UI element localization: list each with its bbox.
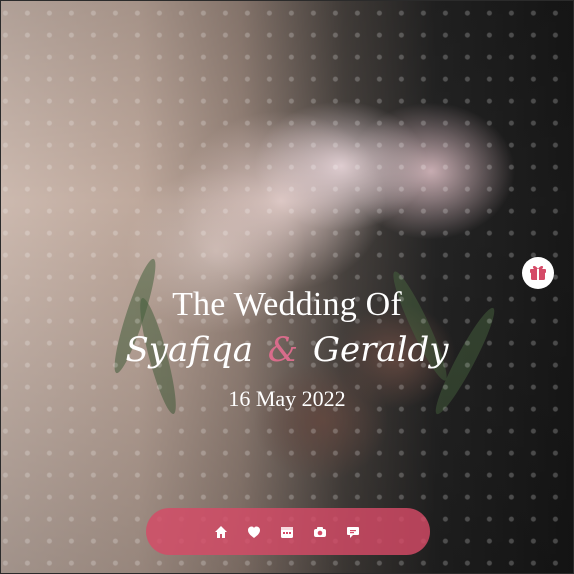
gift-icon	[530, 265, 546, 280]
ampersand: &	[267, 330, 299, 370]
wedding-title: The Wedding Of	[172, 286, 402, 323]
hero-screen: The Wedding Of Syafiqa & Geraldy 16 May …	[0, 0, 574, 574]
camera-icon	[314, 527, 326, 537]
first-name: Syafiqa	[125, 330, 253, 370]
calendar-icon	[281, 527, 293, 538]
heart-button[interactable]	[244, 523, 264, 541]
chat-button[interactable]	[343, 523, 363, 541]
couple-names: Syafiqa & Geraldy	[1, 332, 573, 368]
second-name: Geraldy	[312, 330, 449, 370]
calendar-button[interactable]	[277, 523, 297, 541]
bottom-navigation	[146, 508, 430, 555]
wedding-hero-content: The Wedding Of Syafiqa & Geraldy 16 May …	[1, 286, 573, 412]
camera-button[interactable]	[310, 523, 330, 541]
gift-button[interactable]	[522, 257, 554, 289]
wedding-date: 16 May 2022	[228, 386, 346, 411]
home-icon	[215, 526, 227, 538]
heart-icon	[248, 526, 260, 538]
home-button[interactable]	[211, 523, 231, 541]
chat-icon	[347, 527, 359, 538]
